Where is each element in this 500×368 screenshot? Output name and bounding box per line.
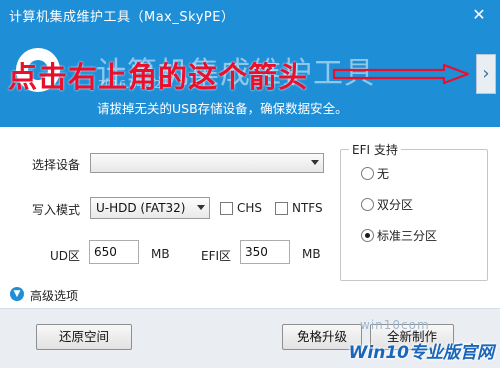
efi-option-triple-label: 标准三分区 [377, 229, 438, 243]
restore-space-button[interactable]: 还原空间 [36, 324, 132, 350]
efi-size-label: EFI区 [201, 249, 232, 263]
device-select[interactable] [90, 153, 324, 173]
advanced-options-toggle[interactable]: 高级选项 [30, 287, 78, 304]
ud-size-input[interactable]: 650 [89, 240, 139, 264]
title-bar: 计算机集成维护工具（Max_SkyPE） ✕ [0, 0, 500, 30]
header-banner: 计算机集成维护工具 2016.04.22 点击右上角的这个箭头 请拔掉无关的US… [0, 30, 500, 127]
efi-option-none-radio[interactable] [361, 167, 374, 180]
ud-unit: MB [151, 247, 170, 261]
annotation-instruction: 点击右上角的这个箭头 [8, 60, 309, 94]
chs-checkbox[interactable] [220, 202, 233, 215]
ntfs-checkbox[interactable] [275, 202, 288, 215]
efi-option-triple-radio[interactable] [361, 229, 374, 242]
chevron-down-icon [311, 160, 319, 165]
efi-option-dual-radio[interactable] [361, 198, 374, 211]
efi-size-input[interactable]: 350 [240, 240, 290, 264]
efi-support-legend: EFI 支持 [349, 141, 401, 158]
write-mode-label: 写入模式 [32, 203, 81, 217]
watermark-brand: Win10专业版官网 [348, 343, 494, 363]
ntfs-label: NTFS [292, 201, 323, 215]
write-mode-value: U-HDD (FAT32) [96, 201, 186, 215]
annotation-arrow-icon [332, 63, 470, 85]
ud-label: UD区 [50, 249, 81, 263]
chevron-down-icon[interactable]: ▼ [10, 287, 24, 301]
efi-option-dual-label: 双分区 [377, 198, 414, 212]
next-arrow-button[interactable]: › [476, 54, 496, 94]
efi-support-group: EFI 支持 无 双分区 标准三分区 [340, 141, 488, 281]
watermark-url: win10com [360, 318, 430, 332]
device-label: 选择设备 [32, 158, 81, 172]
banner-subtitle: 请拔掉无关的USB存储设备，确保数据安全。 [97, 101, 348, 116]
close-icon[interactable]: ✕ [468, 4, 490, 26]
chs-label: CHS [237, 201, 263, 215]
efi-option-none-label: 无 [377, 167, 390, 181]
window-title: 计算机集成维护工具（Max_SkyPE） [9, 10, 235, 25]
chevron-down-icon [197, 205, 205, 210]
efi-unit: MB [302, 247, 321, 261]
write-mode-select[interactable]: U-HDD (FAT32) [90, 197, 210, 219]
